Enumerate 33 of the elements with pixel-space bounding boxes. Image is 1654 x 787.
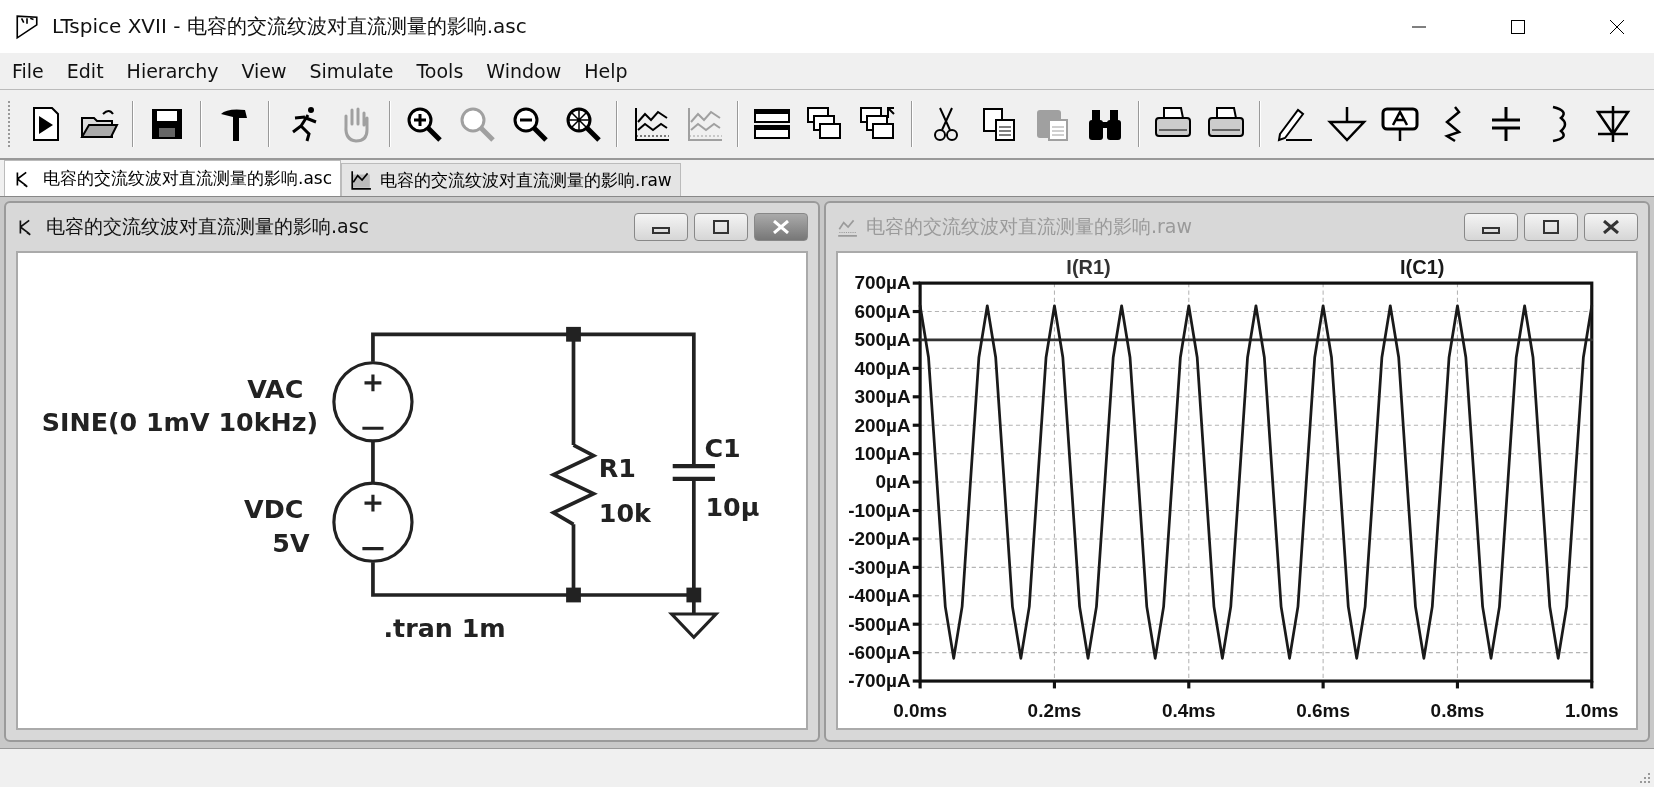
component-name: VDC <box>244 493 304 524</box>
component-value: SINE(0 1mV 10kHz) <box>41 407 319 438</box>
y-tick-label: -600µA <box>848 641 911 663</box>
y-tick-label: -100µA <box>848 499 911 521</box>
y-tick-label: 700µA <box>854 272 911 294</box>
component-value: 10k <box>598 498 651 529</box>
y-tick-label: -500µA <box>848 613 911 635</box>
component-name: C1 <box>704 432 741 463</box>
y-tick-label: 300µA <box>854 386 911 408</box>
y-tick-label: 200µA <box>854 414 911 436</box>
y-tick-label: 400µA <box>854 357 911 379</box>
window-title: LTspice XVII - 电容的交流纹波对直流测量的影响.asc <box>52 13 527 40</box>
y-tick-label: -400µA <box>848 585 911 607</box>
component-value: 10μ <box>705 491 760 522</box>
y-tick-label: -300µA <box>848 556 911 578</box>
y-tick-label: 600µA <box>854 300 911 322</box>
x-tick-label: 0.6ms <box>1296 699 1350 721</box>
y-tick-label: -700µA <box>848 670 911 692</box>
window-title: 电容的交流纹波对直流测量的影响.raw <box>866 214 1193 239</box>
x-tick-label: 0.8ms <box>1430 699 1485 721</box>
y-tick-label: -200µA <box>848 528 911 550</box>
y-tick-label: 0µA <box>875 471 911 493</box>
x-tick-label: 0.0ms <box>893 699 947 721</box>
component-value: 5V <box>272 527 310 558</box>
component-name: R1 <box>598 452 636 483</box>
spice-directive: .tran 1m <box>383 613 506 644</box>
x-tick-label: 1.0ms <box>1564 699 1619 721</box>
window-title: 电容的交流纹波对直流测量的影响.asc <box>46 214 370 239</box>
x-tick-label: 0.4ms <box>1161 699 1216 721</box>
component-name: VAC <box>247 373 304 404</box>
y-tick-label: 500µA <box>854 329 911 351</box>
y-tick-label: 100µA <box>854 442 911 464</box>
x-tick-label: 0.2ms <box>1027 699 1082 721</box>
